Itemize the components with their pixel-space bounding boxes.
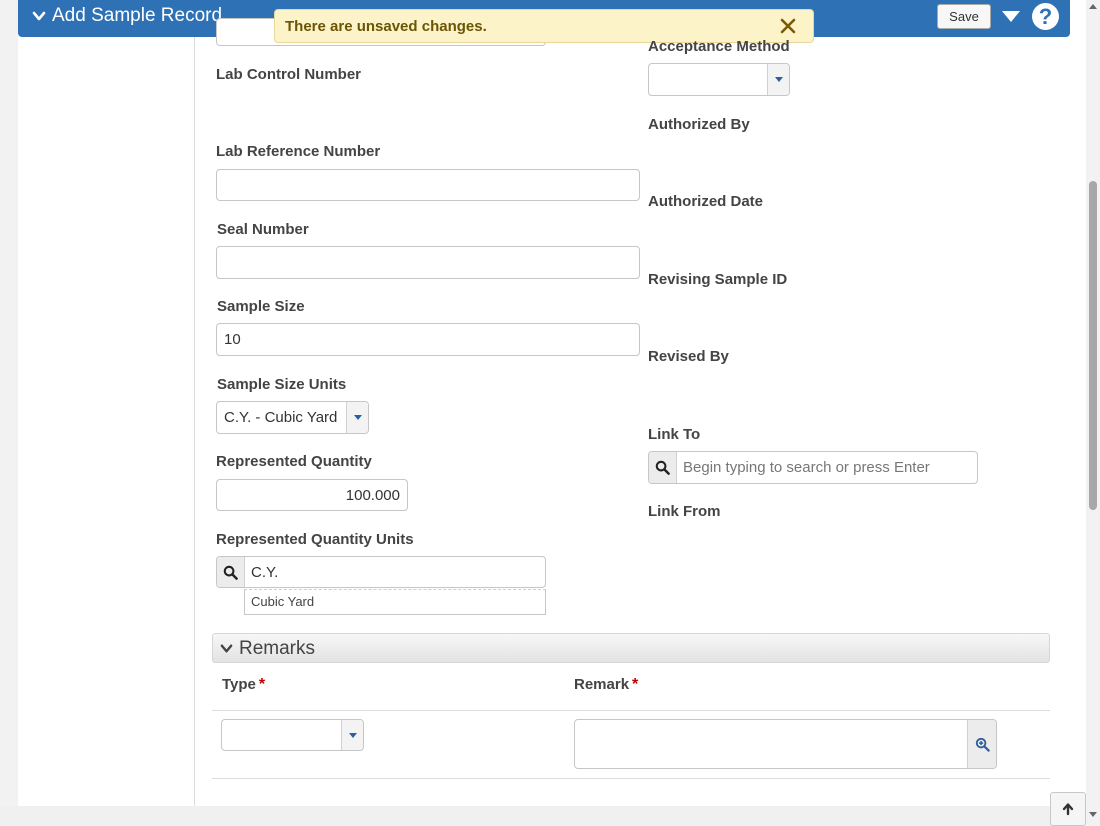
authorized-date-label: Authorized Date <box>648 193 764 210</box>
remark-column-header: Remark * <box>574 676 638 694</box>
search-button[interactable] <box>649 452 677 483</box>
arrow-up-icon <box>1062 803 1074 816</box>
represented-quantity-input[interactable] <box>216 479 408 511</box>
remarks-row-divider <box>212 778 1050 779</box>
bottom-band <box>0 806 1086 826</box>
caret-down-icon <box>353 415 362 420</box>
required-mark: * <box>258 676 266 693</box>
zoom-button[interactable] <box>967 720 996 768</box>
revised-by-label: Revised By <box>648 348 729 365</box>
represented-quantity-units-lookup[interactable]: C.Y. <box>216 556 546 588</box>
link-to-placeholder: Begin typing to search or press Enter <box>683 459 930 476</box>
description-text: Cubic Yard <box>251 594 315 609</box>
panel-title-text: Add Sample Record <box>52 5 223 26</box>
chevron-down-icon <box>32 11 46 21</box>
remarks-section-header[interactable]: Remarks <box>212 633 1050 663</box>
link-from-label: Link From <box>648 503 721 520</box>
remarks-title: Remarks <box>239 638 316 659</box>
remark-text-input[interactable] <box>574 719 997 769</box>
link-to-lookup[interactable]: Begin typing to search or press Enter <box>648 451 978 484</box>
zoom-in-icon <box>975 737 990 752</box>
remarks-header-divider <box>212 710 1050 711</box>
sample-size-label: Sample Size <box>217 298 305 315</box>
required-mark: * <box>632 676 639 693</box>
authorized-by-label: Authorized By <box>648 116 750 133</box>
sample-size-units-label: Sample Size Units <box>217 376 347 393</box>
remark-header-text: Remark <box>574 676 630 693</box>
left-pane <box>18 36 195 806</box>
caret-down-icon <box>774 77 783 82</box>
close-icon[interactable] <box>779 17 797 35</box>
scrollbar-thumb[interactable] <box>1089 181 1097 510</box>
remark-type-select[interactable] <box>221 719 364 751</box>
caret-down-icon[interactable] <box>1001 9 1021 23</box>
chevron-down-icon <box>220 644 233 653</box>
represented-quantity-label: Represented Quantity <box>216 453 372 470</box>
sample-size-units-value: C.Y. - Cubic Yard <box>224 409 338 426</box>
dropdown-button[interactable] <box>767 64 789 95</box>
help-button[interactable]: ? <box>1032 3 1059 30</box>
dropdown-button[interactable] <box>346 402 368 433</box>
left-frame <box>0 0 18 826</box>
represented-quantity-units-label: Represented Quantity Units <box>216 531 414 548</box>
sample-size-units-select[interactable]: C.Y. - Cubic Yard <box>216 401 369 434</box>
revising-sample-id-label: Revising Sample ID <box>648 271 788 288</box>
acceptance-method-label: Acceptance Method <box>648 38 790 55</box>
search-icon <box>655 460 670 475</box>
acceptance-method-select[interactable] <box>648 63 790 96</box>
represented-quantity-units-value: C.Y. <box>251 564 279 581</box>
type-column-header: Type * <box>222 676 265 694</box>
lab-control-number-label: Lab Control Number <box>216 66 361 83</box>
caret-down-icon <box>348 732 357 738</box>
lab-reference-number-input[interactable] <box>216 169 640 201</box>
link-to-label: Link To <box>648 426 701 443</box>
panel-title[interactable]: Add Sample Record <box>32 5 222 27</box>
save-button[interactable]: Save <box>937 4 991 29</box>
seal-number-input[interactable] <box>216 246 640 279</box>
sample-size-input[interactable] <box>216 323 640 356</box>
search-button[interactable] <box>217 557 245 587</box>
search-icon <box>223 565 238 580</box>
scroll-up-arrow[interactable] <box>1089 4 1097 9</box>
type-header-text: Type <box>222 676 256 693</box>
toast-message: There are unsaved changes. <box>285 18 487 35</box>
back-to-top-button[interactable] <box>1050 792 1086 826</box>
dropdown-button[interactable] <box>341 720 363 750</box>
represented-quantity-units-description: Cubic Yard <box>244 589 546 615</box>
seal-number-label: Seal Number <box>217 221 309 238</box>
lab-reference-number-label: Lab Reference Number <box>216 143 381 160</box>
scroll-down-arrow[interactable] <box>1089 812 1097 817</box>
